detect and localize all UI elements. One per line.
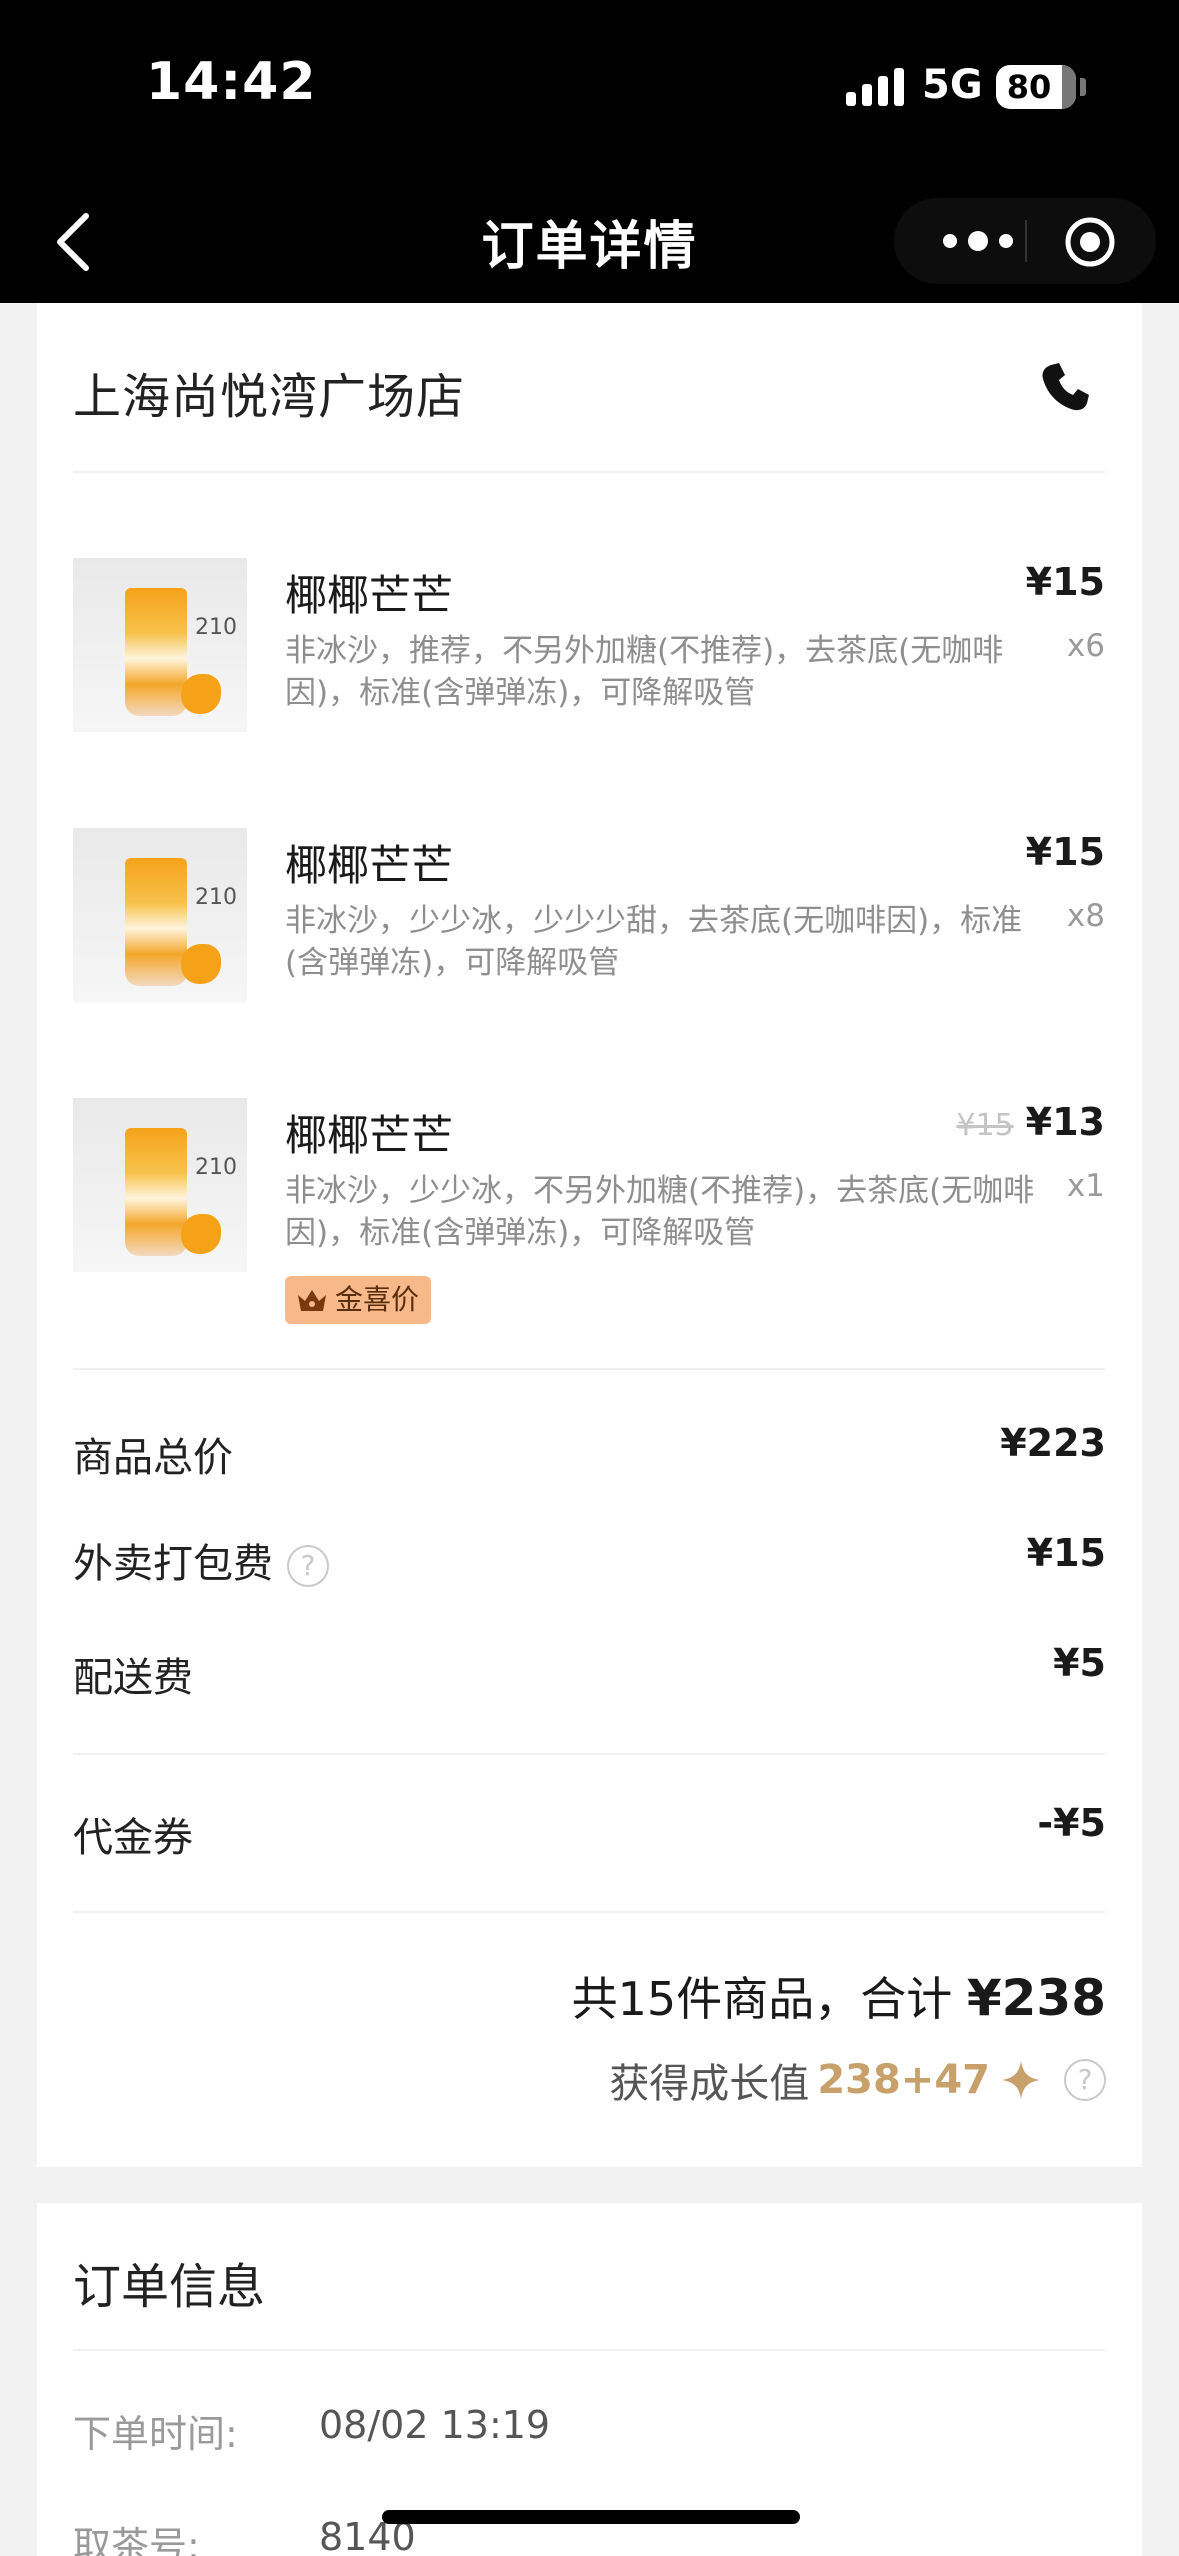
list-item: 210 椰椰芒芒 非冰沙，少少冰，不另外加糖(不推荐)，去茶底(无咖啡因)，标准… bbox=[73, 1098, 1105, 1338]
order-info-title: 订单信息 bbox=[73, 2259, 266, 2315]
battery-level: 80 bbox=[1006, 68, 1052, 106]
product-quantity: x1 bbox=[1066, 1168, 1105, 1204]
packing-fee-label: 外卖打包费? bbox=[73, 1531, 329, 1589]
help-icon[interactable]: ? bbox=[1064, 2059, 1106, 2101]
product-name: 椰椰芒芒 bbox=[285, 841, 454, 890]
product-price: ¥15 bbox=[1025, 560, 1105, 604]
status-time: 14:42 bbox=[146, 52, 317, 112]
product-options: 非冰沙，推荐，不另外加糖(不推荐)，去茶底(无咖啡因)，标准(含弹弹冻)，可降解… bbox=[285, 633, 1004, 711]
list-item: 210 椰椰芒芒 非冰沙，少少冰，少少少甜，去茶底(无咖啡因)，标准(含弹弹冻)… bbox=[73, 828, 1105, 1068]
capsule-divider bbox=[1025, 220, 1027, 262]
sparkle-icon bbox=[1002, 2061, 1040, 2099]
help-icon[interactable]: ? bbox=[287, 1545, 329, 1587]
status-bar: 14:42 5G 80 bbox=[0, 0, 1179, 180]
order-time-value: 08/02 13:19 bbox=[319, 2403, 551, 2447]
battery-cap bbox=[1080, 78, 1086, 96]
pickup-number-label: 取茶号: bbox=[73, 2524, 200, 2556]
product-price: ¥15 ¥13 bbox=[956, 1100, 1105, 1144]
delivery-fee-value: ¥5 bbox=[1053, 1641, 1106, 1685]
list-item: 210 椰椰芒芒 非冰沙，推荐，不另外加糖(不推荐)，去茶底(无咖啡因)，标准(… bbox=[73, 558, 1105, 798]
delivery-fee-label: 配送费 bbox=[73, 1655, 193, 1701]
network-type: 5G bbox=[922, 62, 983, 108]
growth-value: 238+47 bbox=[817, 2057, 990, 2103]
divider bbox=[73, 1753, 1105, 1755]
nav-bar: 订单详情 bbox=[0, 180, 1179, 303]
order-time-label: 下单时间: bbox=[73, 2412, 238, 2456]
gold-price-badge: 金喜价 bbox=[285, 1276, 432, 1324]
product-quantity: x6 bbox=[1066, 628, 1105, 664]
product-options: 非冰沙，少少冰，少少少甜，去茶底(无咖啡因)，标准(含弹弹冻)，可降解吸管 bbox=[285, 903, 1023, 981]
voucher-value: -¥5 bbox=[1037, 1801, 1106, 1845]
crown-icon bbox=[298, 1290, 326, 1311]
product-name: 椰椰芒芒 bbox=[285, 571, 454, 620]
product-price: ¥15 bbox=[1025, 830, 1105, 874]
store-name: 上海尚悦湾广场店 bbox=[73, 369, 466, 425]
product-options: 非冰沙，少少冰，不另外加糖(不推荐)，去茶底(无咖啡因)，标准(含弹弹冻)，可降… bbox=[285, 1173, 1035, 1251]
growth-value-row: 获得成长值 238+47 ? bbox=[609, 2051, 1106, 2109]
more-dots-icon[interactable] bbox=[934, 220, 1024, 262]
divider bbox=[73, 1368, 1105, 1370]
voucher-label: 代金券 bbox=[73, 1815, 193, 1861]
product-image: 210 bbox=[73, 1098, 247, 1272]
phone-icon[interactable] bbox=[1037, 359, 1093, 415]
product-image: 210 bbox=[73, 558, 247, 732]
divider bbox=[73, 2349, 1105, 2351]
product-name: 椰椰芒芒 bbox=[285, 1111, 454, 1160]
signal-icon bbox=[846, 66, 906, 106]
packing-fee-value: ¥15 bbox=[1026, 1531, 1106, 1575]
product-quantity: x8 bbox=[1066, 898, 1105, 934]
battery-icon: 80 bbox=[996, 65, 1076, 109]
order-card: 上海尚悦湾广场店 210 椰椰芒芒 非冰沙，推荐，不另外加糖(不推荐)，去茶底(… bbox=[37, 303, 1142, 2167]
original-price: ¥15 bbox=[956, 1108, 1014, 1143]
order-total: 共15件商品，合计 ¥238 bbox=[571, 1969, 1106, 2027]
order-info-card: 订单信息 下单时间: 08/02 13:19 取茶号: 8140 bbox=[37, 2203, 1142, 2556]
product-image: 210 bbox=[73, 828, 247, 1002]
target-icon[interactable] bbox=[1064, 216, 1116, 268]
mini-program-capsule bbox=[894, 198, 1156, 284]
goods-total-label: 商品总价 bbox=[73, 1435, 233, 1481]
divider bbox=[73, 471, 1105, 473]
home-indicator[interactable] bbox=[382, 2510, 800, 2524]
goods-total-value: ¥223 bbox=[1000, 1421, 1106, 1465]
divider bbox=[73, 1911, 1105, 1913]
